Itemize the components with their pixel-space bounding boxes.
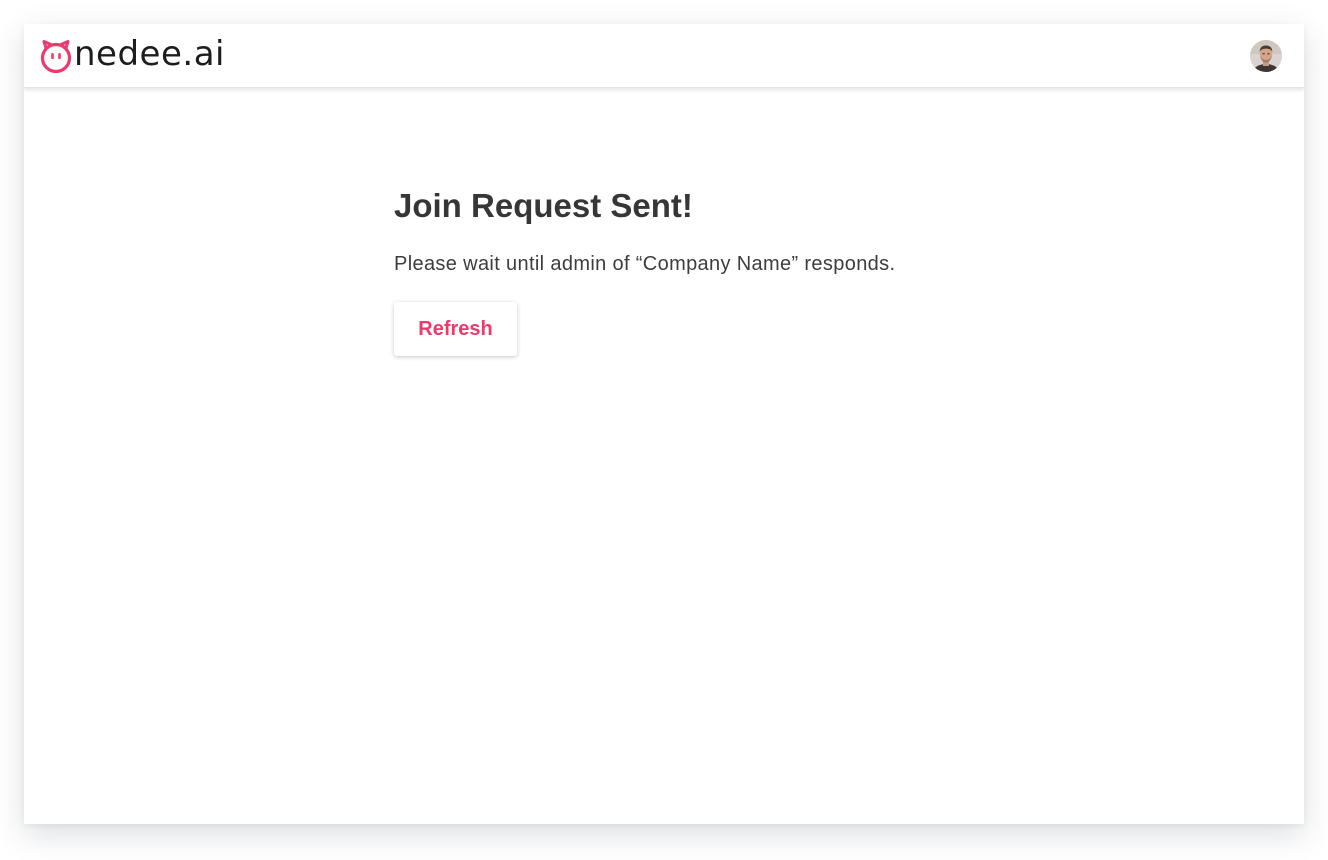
refresh-button[interactable]: Refresh — [394, 302, 517, 356]
page-title: Join Request Sent! — [394, 187, 693, 224]
join-request-panel: Join Request Sent! Please wait until adm… — [394, 184, 1094, 356]
brand-logo[interactable]: nedee.ai — [39, 34, 225, 74]
top-bar: nedee.ai — [24, 24, 1304, 88]
onedee-o-face-icon — [40, 40, 72, 73]
logo-text: nedee.ai — [74, 34, 225, 74]
user-avatar[interactable] — [1250, 40, 1282, 72]
status-message: Please wait until admin of “Company Name… — [394, 253, 896, 275]
user-avatar-icon — [1250, 40, 1282, 72]
app-window: nedee.ai Join Request Sent! Please wait … — [24, 24, 1304, 824]
